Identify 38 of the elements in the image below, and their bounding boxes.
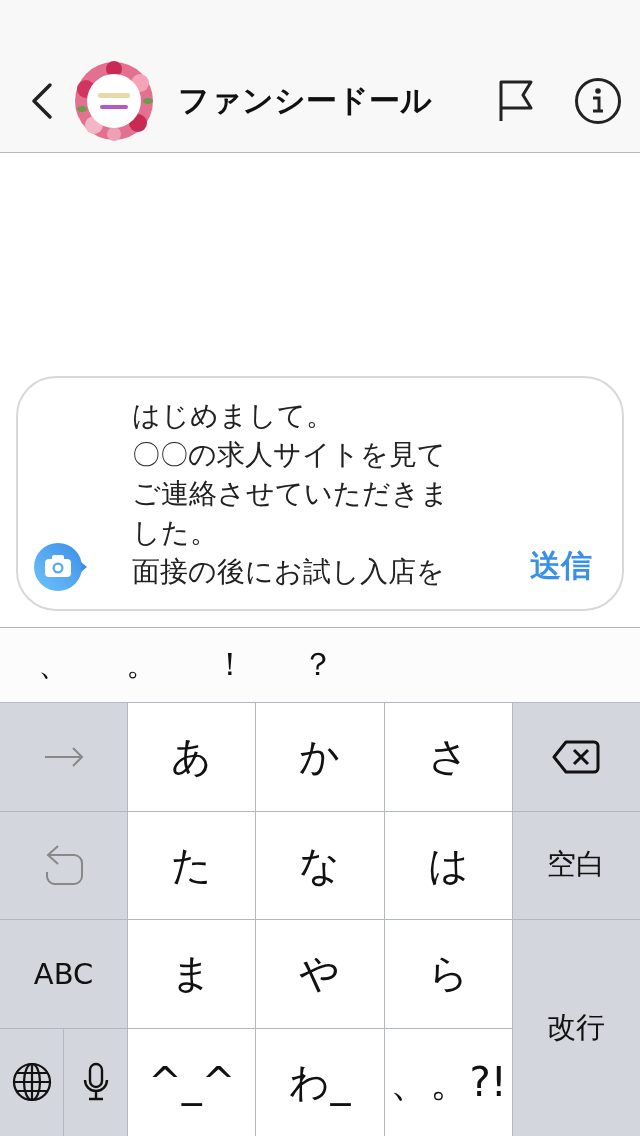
microphone-icon (82, 1062, 109, 1103)
kana-key[interactable]: さ (384, 703, 512, 811)
globe-key[interactable] (0, 1028, 64, 1136)
message-text: 〇〇の求人サイトを見て (132, 437, 447, 473)
arrow-right-icon (43, 745, 84, 768)
backspace-icon (552, 739, 601, 774)
kana-key[interactable]: ^_^ (128, 1028, 256, 1136)
delete-key[interactable] (512, 703, 640, 811)
kana-key[interactable]: は (384, 811, 512, 919)
chat-title: ファンシードール (178, 81, 433, 120)
function-key[interactable]: ABC (0, 920, 128, 1028)
kana-key[interactable]: や (256, 920, 384, 1028)
kana-key[interactable]: た (128, 811, 256, 919)
microphone-key[interactable] (64, 1028, 128, 1136)
kana-key[interactable]: ま (128, 920, 256, 1028)
suggestion-key[interactable]: ！ (186, 643, 274, 687)
message-field[interactable]: はじめまして。 〇〇の求人サイトを見て ご連絡させていただきま した。 面接の後にお試し入店を 送信 (16, 376, 624, 611)
kana-key[interactable]: か (256, 703, 384, 811)
suggestion-key[interactable]: 。 (98, 643, 186, 687)
kana-key[interactable]: 、。?! (384, 1028, 512, 1136)
kana-key[interactable]: ら (384, 920, 512, 1028)
undo-icon (43, 844, 84, 887)
suggestion-key[interactable]: ？ (274, 643, 362, 687)
kana-key[interactable]: な (256, 811, 384, 919)
message-text: 面接の後にお試し入店を (132, 554, 446, 590)
message-text: した。 (132, 515, 219, 551)
info-icon[interactable] (574, 77, 622, 125)
suggestion-key[interactable]: 、 (10, 643, 98, 687)
camera-icon[interactable] (34, 543, 88, 591)
message-text: ご連絡させていただきま (132, 476, 450, 512)
return-key[interactable]: 改行 (512, 920, 640, 1136)
message-text: はじめまして。 (132, 398, 335, 434)
globe-icon (11, 1062, 52, 1103)
kana-key[interactable]: あ (128, 703, 256, 811)
back-icon[interactable] (30, 81, 54, 121)
flag-icon[interactable] (498, 79, 534, 123)
function-key[interactable]: 空白 (512, 811, 640, 919)
kana-key[interactable]: わ_ (256, 1028, 384, 1136)
